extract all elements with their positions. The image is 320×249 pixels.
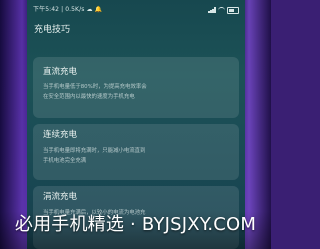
card-title: 连续充电 bbox=[43, 130, 78, 140]
card-body-line: 当手机电量低于80%时，为提高充电效率会 bbox=[43, 84, 147, 90]
card-title: 直流充电 bbox=[43, 67, 78, 77]
wifi-icon bbox=[218, 6, 225, 14]
page-title: 充电技巧 bbox=[34, 25, 71, 35]
card-body-line: 手机电池完全充满 bbox=[43, 158, 87, 164]
status-time: 下午5:42 | 0.5K/s ☁ 🔔 bbox=[33, 6, 103, 13]
battery-icon bbox=[227, 6, 239, 14]
status-icons bbox=[208, 6, 239, 14]
card-continuous-charging[interactable]: 连续充电 当手机电量即将充满时，只能减小电流直到 手机电池完全充满 bbox=[33, 124, 239, 180]
card-body-line: 在安全范围内以最快的速度为手机充电 bbox=[43, 94, 135, 100]
card-body-line: 当手机电量即将充满时，只能减小电流直到 bbox=[43, 148, 146, 154]
signal-icon bbox=[208, 7, 216, 13]
watermark-text: 必用手机精选 · BYJSJXY.COM bbox=[14, 214, 257, 235]
status-bar: 下午5:42 | 0.5K/s ☁ 🔔 bbox=[27, 0, 245, 20]
card-direct-charging[interactable]: 直流充电 当手机电量低于80%时，为提高充电效率会 在安全范围内以最快的速度为手… bbox=[33, 57, 239, 118]
card-title: 涓流充电 bbox=[43, 192, 78, 202]
